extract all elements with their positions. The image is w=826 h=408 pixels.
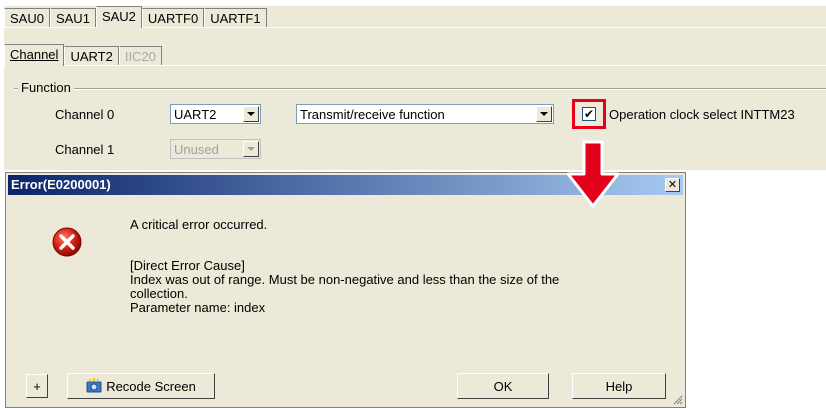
tab-uartf1[interactable]: UARTF1 [204, 8, 267, 28]
chevron-down-icon [247, 147, 255, 151]
channel0-mode-dropdown-button[interactable] [243, 106, 259, 122]
function-group-label: Function [18, 80, 74, 95]
close-button[interactable]: ✕ [665, 178, 680, 192]
camera-icon [86, 378, 102, 393]
ok-button[interactable]: OK [457, 373, 549, 399]
tab-uartf0[interactable]: UARTF0 [141, 8, 205, 28]
channel0-function-select[interactable]: Transmit/receive function [296, 104, 554, 124]
error-cause-line: Parameter name: index [130, 300, 266, 315]
channel1-mode-select: Unused [170, 139, 261, 159]
top-tab-strip: SAU0 SAU1 SAU2 UARTF0 UARTF1 [4, 6, 267, 28]
operation-clock-label: Operation clock select INTTM23 [609, 107, 795, 122]
help-button[interactable]: Help [572, 373, 666, 399]
error-cause-header: [Direct Error Cause] [130, 258, 245, 273]
close-icon: ✕ [667, 179, 678, 191]
channel1-label: Channel 1 [55, 142, 115, 157]
error-cause-line: Index was out of range. Must be non-nega… [130, 272, 560, 287]
channel0-mode-value: UART2 [174, 106, 217, 122]
tab-channel[interactable]: Channel [4, 44, 65, 66]
resize-grip-icon[interactable] [673, 395, 683, 405]
chevron-down-icon [540, 112, 548, 116]
channel0-function-dropdown-button[interactable] [536, 106, 552, 122]
chevron-down-icon [247, 112, 255, 116]
tab-iic20: IIC20 [118, 46, 162, 66]
function-group-border [14, 88, 826, 89]
error-icon [52, 227, 82, 257]
down-arrow-icon [566, 140, 620, 208]
sub-tab-strip: Channel UART2 IIC20 [4, 44, 162, 66]
operation-clock-checkbox[interactable]: ✔ [582, 107, 596, 121]
expand-button[interactable]: + [26, 374, 48, 398]
channel0-mode-select[interactable]: UART2 [170, 104, 261, 124]
tab-uart2[interactable]: UART2 [64, 46, 119, 66]
channel0-label: Channel 0 [55, 107, 115, 122]
error-message-line: A critical error occurred. [130, 217, 268, 232]
channel1-mode-value: Unused [174, 141, 219, 157]
recode-screen-button[interactable]: Recode Screen [67, 373, 215, 399]
channel0-function-value: Transmit/receive function [300, 106, 445, 122]
dialog-title: Error(E0200001) [11, 177, 111, 192]
channel1-mode-dropdown-button [243, 141, 259, 157]
recode-screen-label: Recode Screen [106, 378, 196, 394]
error-cause-line: collection. [130, 286, 188, 301]
tab-sau0[interactable]: SAU0 [4, 8, 50, 28]
tab-sau1[interactable]: SAU1 [49, 8, 96, 28]
sub-tab-divider [4, 65, 826, 66]
tab-sau2[interactable]: SAU2 [95, 6, 142, 28]
tab-channel-label: Channel [10, 47, 59, 62]
